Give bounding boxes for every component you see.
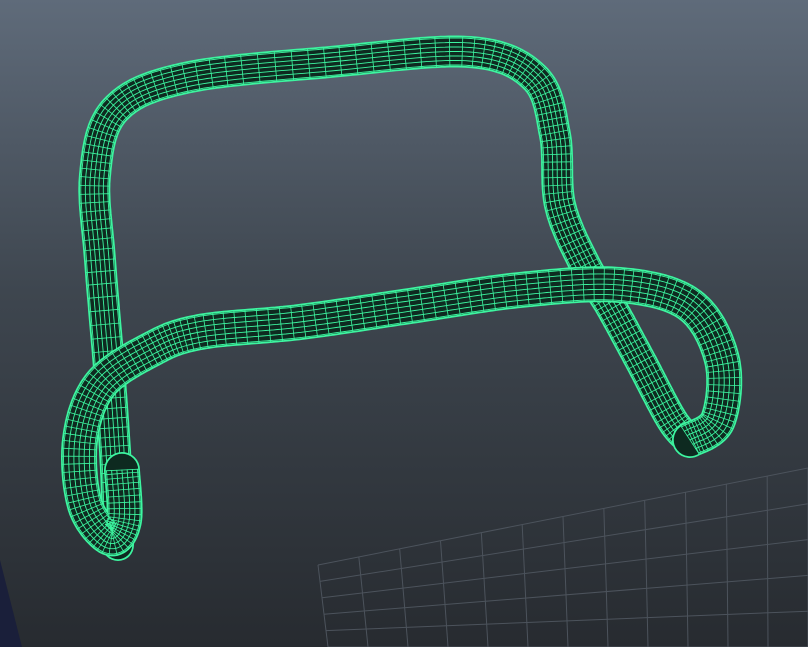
front-tube-ring <box>107 507 142 510</box>
3d-viewport[interactable] <box>0 0 808 647</box>
model-view[interactable] <box>0 0 808 647</box>
tube-frame-wireframe[interactable] <box>61 35 743 561</box>
